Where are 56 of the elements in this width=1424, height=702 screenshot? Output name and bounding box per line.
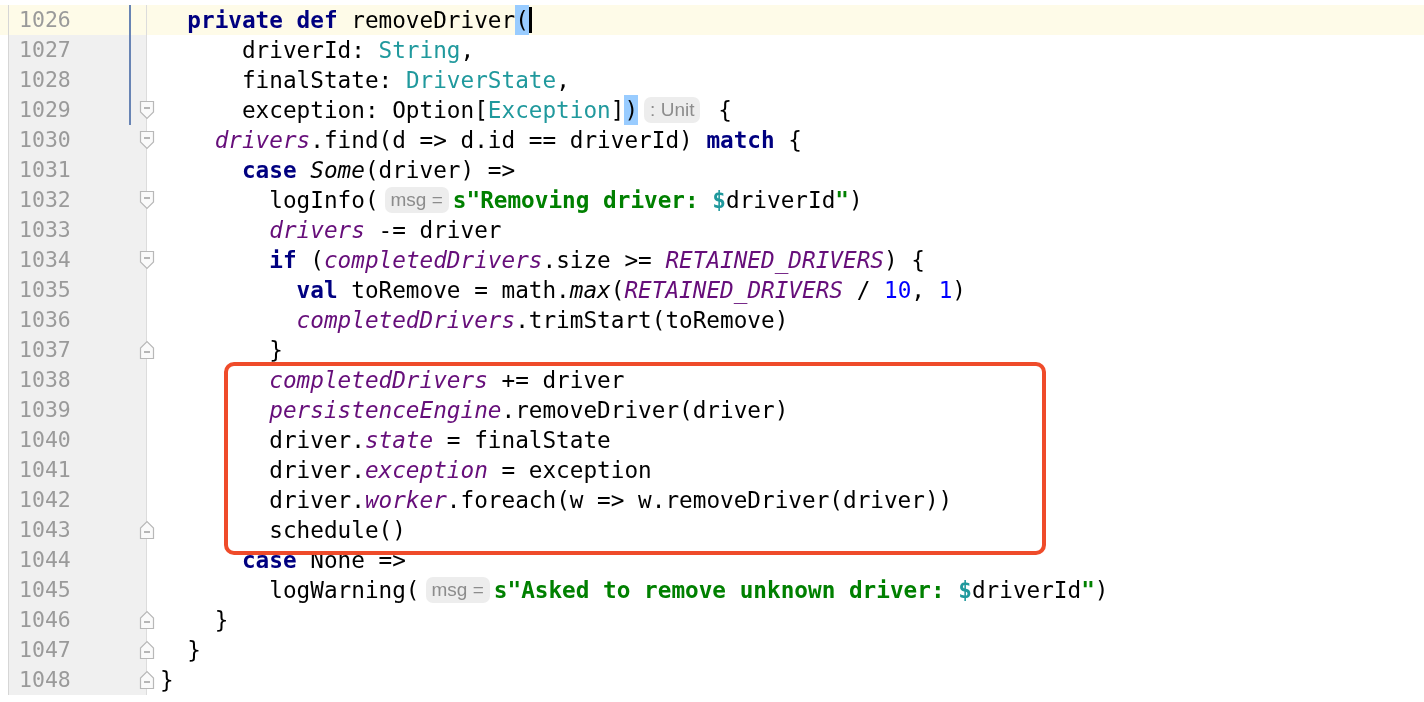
unfold-icon[interactable] — [139, 520, 155, 540]
code-line: driver.worker.foreach(w => w.removeDriver(driver)) — [268, 486, 953, 515]
change-marker[interactable] — [129, 95, 131, 125]
change-marker[interactable] — [129, 65, 131, 95]
code-line: if (completedDrivers.size >= RETAINED_DRIVERS) { — [268, 246, 925, 275]
line-number: 1047 — [18, 636, 71, 664]
code-line: drivers.find(d => d.id == driverId) match { — [213, 126, 802, 155]
line-number: 1039 — [18, 396, 71, 424]
line-number: 1035 — [18, 276, 71, 304]
line-number: 1032 — [18, 186, 71, 214]
unfold-icon[interactable] — [139, 340, 155, 360]
line-number: 1043 — [18, 516, 71, 544]
code-line: } — [213, 606, 229, 635]
line-number: 1037 — [18, 336, 71, 364]
code-line: val toRemove = math.max(RETAINED_DRIVERS / 10, 1) — [295, 276, 966, 305]
line-number: 1040 — [18, 426, 71, 454]
change-marker[interactable] — [129, 5, 131, 35]
line-number: 1041 — [18, 456, 71, 484]
code-line: drivers -= driver — [268, 216, 502, 245]
unfold-icon[interactable] — [139, 610, 155, 630]
code-line: finalState: DriverState, — [240, 66, 570, 95]
line-number: 1038 — [18, 366, 71, 394]
line-number: 1036 — [18, 306, 71, 334]
unfold-icon[interactable] — [139, 670, 155, 690]
code-line: driverId: String, — [240, 36, 475, 65]
line-number: 1045 — [18, 576, 71, 604]
code-line: driver.state = finalState — [268, 426, 611, 455]
fold-icon[interactable] — [139, 190, 155, 210]
line-number: 1030 — [18, 126, 71, 154]
line-number: 1031 — [18, 156, 71, 184]
code-line: } — [159, 666, 174, 695]
line-number: 1028 — [18, 66, 71, 94]
line-number: 1044 — [18, 546, 71, 574]
line-number: 1042 — [18, 486, 71, 514]
code-line: logWarning( msg = s"Asked to remove unknown driver: $driverId") — [268, 576, 1109, 605]
fold-icon[interactable] — [139, 130, 155, 150]
code-line: driver.exception = exception — [268, 456, 652, 485]
fold-icon[interactable] — [139, 100, 155, 120]
code-line: persistenceEngine.removeDriver(driver) — [268, 396, 789, 425]
change-marker[interactable] — [129, 35, 131, 65]
line-number: 1027 — [18, 36, 71, 64]
line-number: 1034 — [18, 246, 71, 274]
code-line: schedule() — [268, 516, 406, 545]
code-line: private def removeDriver( — [147, 5, 532, 35]
line-number: 1046 — [18, 606, 71, 634]
unfold-icon[interactable] — [139, 640, 155, 660]
code-line: completedDrivers.trimStart(toRemove) — [295, 306, 789, 335]
code-line: case Some(driver) => — [240, 156, 516, 185]
line-number: 1048 — [18, 666, 71, 694]
code-line: } — [268, 336, 283, 365]
line-number: 1033 — [18, 216, 71, 244]
code-line: } — [186, 636, 201, 665]
line-number: 1029 — [18, 96, 71, 124]
line-number: 1026 — [18, 6, 71, 34]
code-line: completedDrivers += driver — [268, 366, 625, 395]
fold-icon[interactable] — [139, 250, 155, 270]
